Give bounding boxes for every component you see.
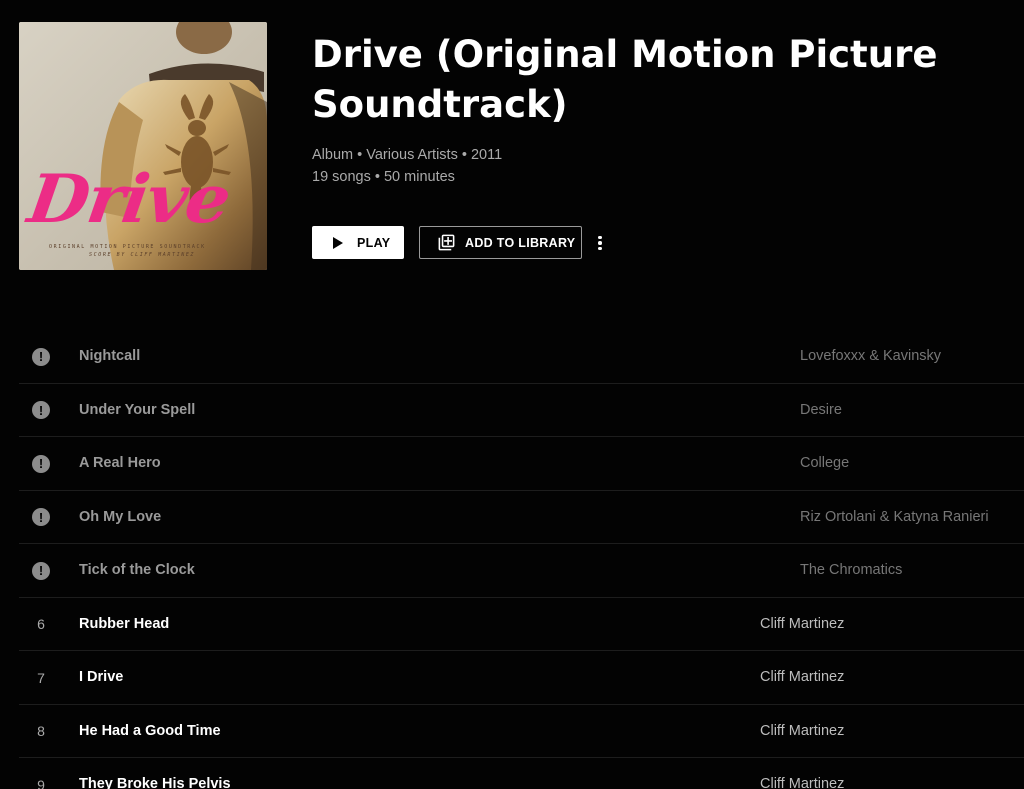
track-title[interactable]: Oh My Love <box>79 491 161 545</box>
track-title[interactable]: I Drive <box>79 651 123 705</box>
track-title[interactable]: They Broke His Pelvis <box>79 758 231 789</box>
track-status: ! <box>19 437 63 491</box>
album-cover: Drive ORIGINAL MOTION PICTURE SOUNDTRACK… <box>19 22 267 270</box>
cover-title: Drive <box>23 159 234 238</box>
add-to-library-button[interactable]: ADD TO LIBRARY <box>419 226 582 259</box>
alert-circle-icon: ! <box>32 454 50 473</box>
more-vert-icon <box>598 235 602 240</box>
track-row[interactable]: ! Nightcall Lovefoxxx & Kavinsky <box>19 330 1024 384</box>
track-row[interactable]: ! Tick of the Clock The Chromatics <box>19 544 1024 598</box>
cover-credit: SCORE BY CLIFF MARTINEZ <box>89 252 196 258</box>
track-list: ! Nightcall Lovefoxxx & Kavinsky! Under You… <box>19 330 1024 789</box>
add-to-library-label: ADD TO LIBRARY <box>465 235 576 250</box>
alert-circle-icon: ! <box>32 508 50 527</box>
track-artist[interactable]: Cliff Martinez <box>760 705 844 759</box>
track-artist[interactable]: College <box>800 437 849 491</box>
album-page: Drive ORIGINAL MOTION PICTURE SOUNDTRACK… <box>0 0 1024 789</box>
track-row[interactable]: 7 I Drive Cliff Martinez <box>19 651 1024 705</box>
alert-circle-icon: ! <box>32 401 50 420</box>
track-artist[interactable]: Cliff Martinez <box>760 598 844 652</box>
track-title[interactable]: Tick of the Clock <box>79 544 195 598</box>
play-button[interactable]: PLAY <box>312 226 404 259</box>
track-artist[interactable]: Desire <box>800 384 842 438</box>
track-number: 8 <box>37 723 45 740</box>
play-icon <box>333 236 343 249</box>
track-title[interactable]: A Real Hero <box>79 437 161 491</box>
track-title[interactable]: Nightcall <box>79 330 140 384</box>
track-row[interactable]: 6 Rubber Head Cliff Martinez <box>19 598 1024 652</box>
album-stats: 19 songs • 50 minutes <box>312 169 455 185</box>
track-title[interactable]: He Had a Good Time <box>79 705 221 759</box>
track-number: 9 <box>37 776 45 789</box>
play-button-label: PLAY <box>357 235 391 250</box>
track-artist[interactable]: Cliff Martinez <box>760 651 844 705</box>
track-row[interactable]: 8 He Had a Good Time Cliff Martinez <box>19 705 1024 759</box>
track-artist[interactable]: The Chromatics <box>800 544 902 598</box>
track-status: ! <box>19 384 63 438</box>
cover-subtitle: ORIGINAL MOTION PICTURE SOUNDTRACK <box>49 244 206 250</box>
more-options-button[interactable] <box>592 232 608 254</box>
track-row[interactable]: ! Oh My Love Riz Ortolani & Katyna Ranieri <box>19 491 1024 545</box>
track-row[interactable]: ! Under Your Spell Desire <box>19 384 1024 438</box>
track-row[interactable]: 9 They Broke His Pelvis Cliff Martinez <box>19 758 1024 789</box>
track-artist[interactable]: Cliff Martinez <box>760 758 844 789</box>
track-row[interactable]: ! A Real Hero College <box>19 437 1024 491</box>
track-status: ! <box>19 544 63 598</box>
album-title: Drive (Original Motion Picture Soundtrac… <box>312 33 938 126</box>
track-artist[interactable]: Lovefoxxx & Kavinsky <box>800 330 941 384</box>
track-number: 7 <box>37 669 45 686</box>
track-title[interactable]: Rubber Head <box>79 598 169 652</box>
alert-circle-icon: ! <box>32 561 50 580</box>
track-number: 6 <box>37 616 45 633</box>
track-status: ! <box>19 491 63 545</box>
library-add-icon <box>438 234 455 251</box>
alert-circle-icon: ! <box>32 347 50 366</box>
track-status: ! <box>19 330 63 384</box>
album-meta: Album • Various Artists • 2011 <box>312 147 503 163</box>
track-title[interactable]: Under Your Spell <box>79 384 195 438</box>
track-artist[interactable]: Riz Ortolani & Katyna Ranieri <box>800 491 989 545</box>
